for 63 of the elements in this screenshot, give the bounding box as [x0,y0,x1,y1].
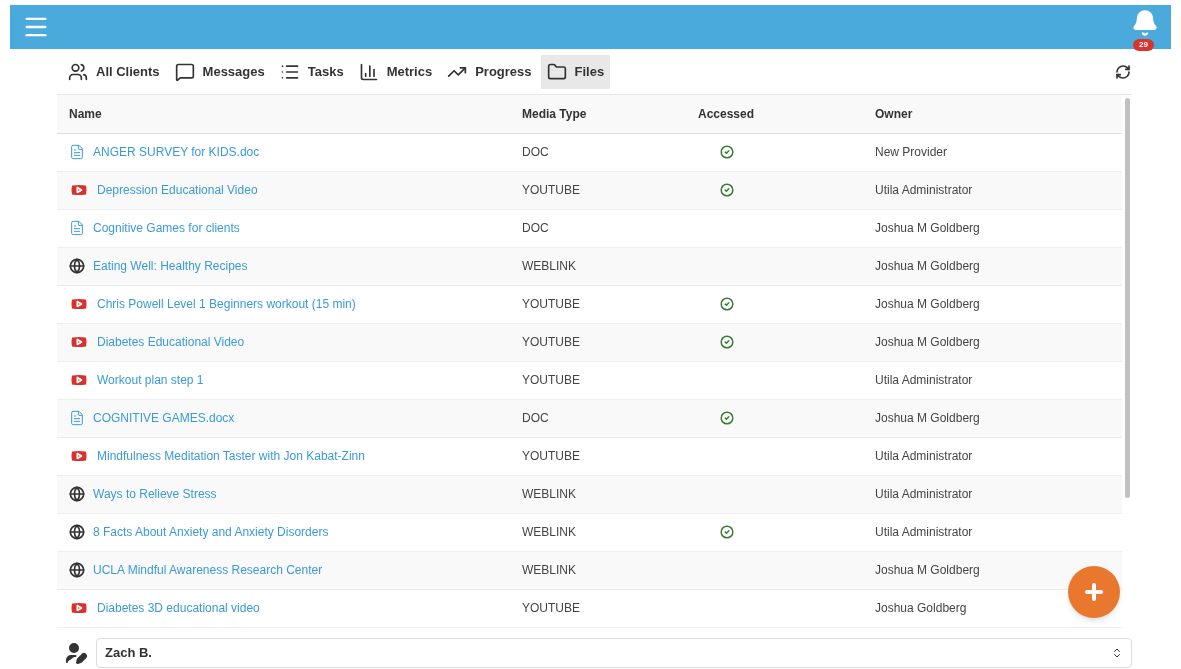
table-cell: YOUTUBE [522,437,698,475]
table-cell: Utila Administrator [875,449,973,463]
table-cell: WEBLINK [522,513,698,551]
table-cell: Utila Administrator [875,373,973,387]
chat-icon [174,62,195,82]
users-icon [68,62,88,82]
file-link[interactable]: UCLA Mindful Awareness Research Center [93,561,323,579]
globe-icon [69,562,85,578]
table-cell: Joshua M Goldberg [875,411,980,425]
document-icon [69,220,85,236]
column-header: Name [57,95,522,133]
table-cell: DOC [522,399,698,437]
file-link[interactable]: Mindfulness Meditation Taster with Jon Kabat-Zinn [97,447,365,465]
file-link[interactable]: Cognitive Games for clients [93,219,240,237]
document-icon [69,144,85,160]
column-header: Owner [875,95,1122,133]
file-link[interactable]: 8 Facts About Anxiety and Anxiety Disorders [93,523,329,541]
file-link[interactable]: Eating Well: Healthy Recipes [93,257,248,275]
list-icon [279,62,300,82]
globe-icon [69,258,85,274]
bar-chart-icon [358,62,379,82]
file-link[interactable]: ANGER SURVEY for KIDS.doc [93,143,260,161]
table-cell: Joshua M Goldberg [875,259,980,273]
table-cell: YOUTUBE [522,361,698,399]
file-link[interactable]: Depression Educational Video [97,181,258,199]
notification-badge: 29 [1133,39,1154,51]
tab[interactable]: Files [540,55,611,89]
table-cell: Joshua M Goldberg [875,297,980,311]
plus-icon [1082,580,1106,604]
select-arrows-icon [1111,647,1123,659]
file-link[interactable]: COGNITIVE GAMES.docx [93,409,235,427]
table-cell: WEBLINK [522,247,698,285]
table-cell: Utila Administrator [875,183,973,197]
table-cell: YOUTUBE [522,171,698,209]
column-header: Accessed [698,95,875,133]
table-cell: Joshua M Goldberg [875,563,980,577]
user-edit-icon [64,641,88,665]
bell-icon[interactable] [1131,9,1159,37]
globe-icon [69,524,85,540]
table-cell: YOUTUBE [522,323,698,361]
table-cell: Utila Administrator [875,487,973,501]
file-link[interactable]: Chris Powell Level 1 Beginners workout (15 min) [97,295,356,313]
refresh-icon[interactable] [1115,64,1131,80]
table-cell: Joshua Goldberg [875,601,967,615]
table-cell: DOC [522,133,698,171]
table-cell: WEBLINK [522,475,698,513]
globe-icon [69,486,85,502]
table-cell: New Provider [875,145,948,159]
table-cell: YOUTUBE [522,285,698,323]
file-link[interactable]: Ways to Relieve Stress [93,485,217,503]
column-header: Media Type [522,95,698,133]
table-cell: Joshua M Goldberg [875,221,980,235]
table-cell: YOUTUBE [522,589,698,627]
table-cell: Utila Administrator [875,525,973,539]
file-link[interactable]: Diabetes Educational Video [97,333,245,351]
document-icon [69,410,85,426]
table-cell: DOC [522,209,698,247]
folder-icon [546,62,567,82]
file-link[interactable]: Workout plan step 1 [97,371,204,389]
client-select[interactable]: Zach B. [96,638,1132,668]
file-link[interactable]: Diabetes 3D educational video [97,599,260,617]
table-cell: WEBLINK [522,551,698,589]
table-cell: Joshua M Goldberg [875,335,980,349]
